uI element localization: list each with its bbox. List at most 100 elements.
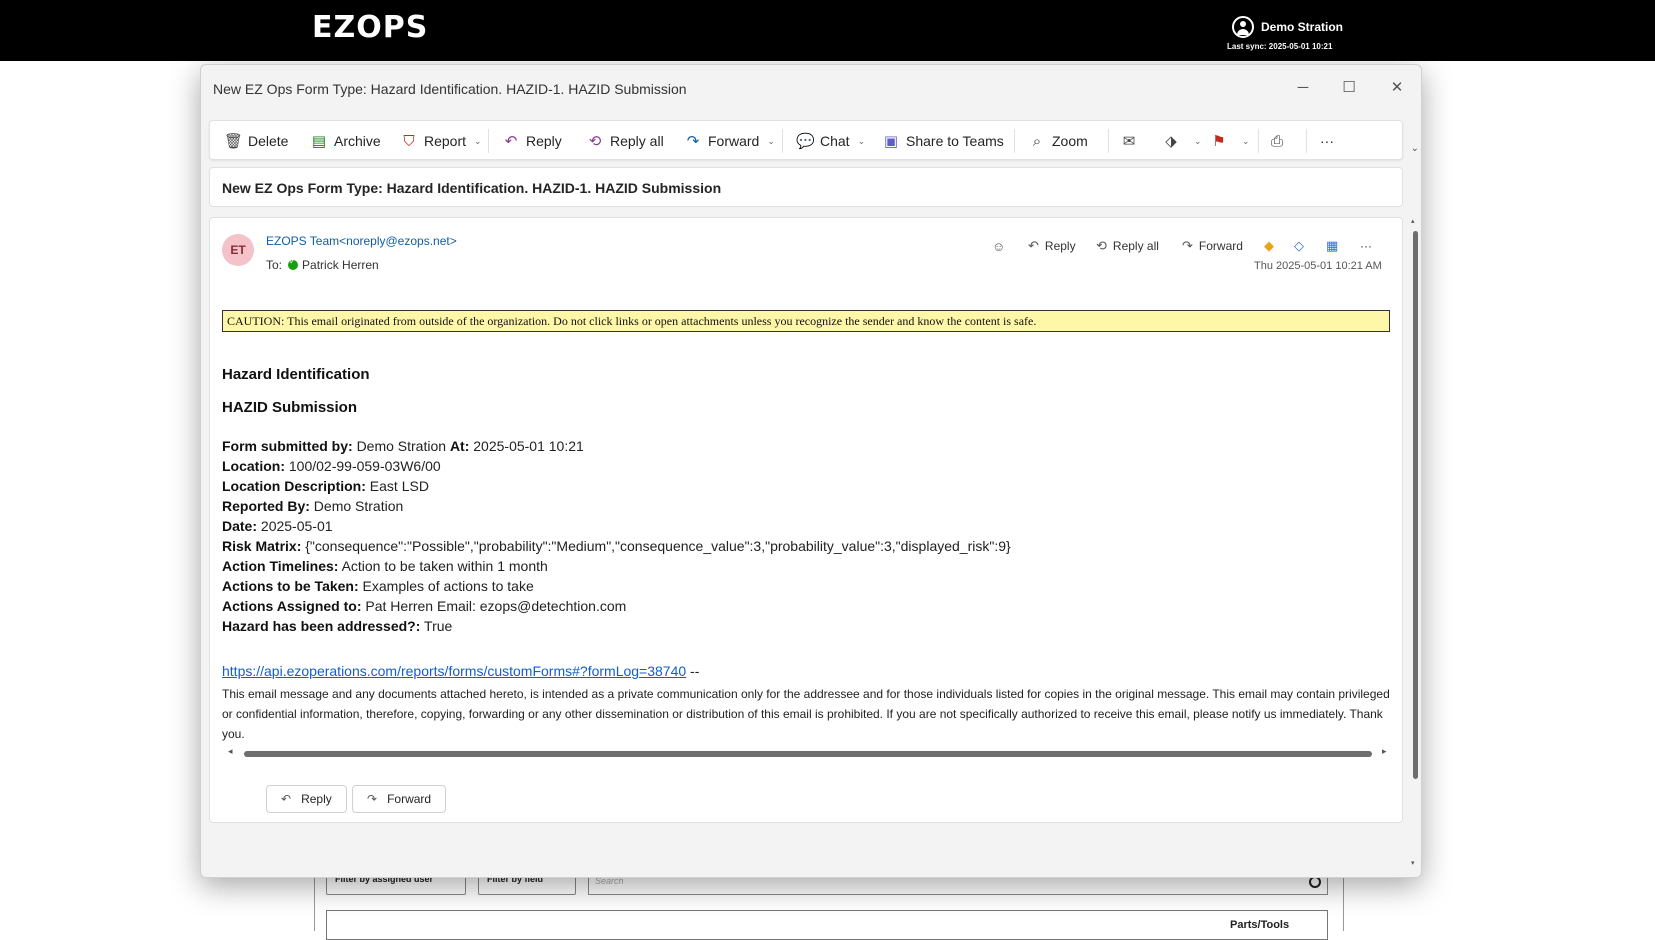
toolbar-divider xyxy=(782,129,783,153)
subject-bar: New EZ Ops Form Type: Hazard Identificat… xyxy=(209,167,1403,207)
message-reply-all-button[interactable]: ⟲ Reply all xyxy=(1096,236,1159,256)
delete-button[interactable]: 🗑 Delete xyxy=(224,121,288,161)
mark-read-button[interactable]: ✉ xyxy=(1120,121,1144,161)
parts-tools-header: Parts/Tools xyxy=(1230,919,1290,931)
toolbar-divider xyxy=(1014,129,1015,153)
form-log-link[interactable]: https://api.ezoperations.com/reports/for… xyxy=(222,663,686,679)
flag-icon: ⚑ xyxy=(1212,133,1226,150)
chat-button[interactable]: 💬 Chat ⌄ xyxy=(796,121,865,161)
message-date: Thu 2025-05-01 10:21 AM xyxy=(1254,260,1382,272)
scroll-thumb[interactable] xyxy=(1413,231,1418,779)
flag-button[interactable]: ⚑ ⌄ xyxy=(1210,121,1250,161)
minimize-button[interactable]: ─ xyxy=(1289,77,1317,99)
archive-icon: ▤ xyxy=(311,133,327,150)
teams-icon: ▣ xyxy=(883,133,899,150)
forward-button[interactable]: ↷ Forward ⌄ xyxy=(684,121,775,161)
scroll-thumb[interactable] xyxy=(244,751,1372,757)
email-window: New EZ Ops Form Type: Hazard Identificat… xyxy=(200,64,1422,878)
body-heading: Hazard Identification xyxy=(222,366,370,383)
message-reply-button[interactable]: ↶ Reply xyxy=(1028,236,1076,256)
user-icon xyxy=(1232,16,1254,38)
sender-name[interactable]: EZOPS Team<noreply@ezops.net> xyxy=(266,234,457,248)
body-subheading: HAZID Submission xyxy=(222,399,358,416)
loop-button[interactable]: ◇ xyxy=(1294,236,1310,256)
forward-icon: ↷ xyxy=(686,133,700,150)
disclaimer-text: This email message and any documents att… xyxy=(222,687,1390,741)
footer-reply-button[interactable]: ↶ Reply xyxy=(266,785,347,813)
chevron-down-icon: ⌄ xyxy=(1194,135,1202,146)
footer-forward-button[interactable]: ↷ Forward xyxy=(352,785,447,813)
avatar[interactable]: ET xyxy=(222,234,254,266)
toolbar-divider xyxy=(1108,129,1109,153)
chevron-down-icon: ⌄ xyxy=(857,135,866,146)
window-title: New EZ Ops Form Type: Hazard Identificat… xyxy=(213,81,687,97)
apps-button[interactable]: ▦ xyxy=(1326,236,1344,256)
recipient-name[interactable]: Patrick Herren xyxy=(302,258,379,272)
maximize-button[interactable]: ☐ xyxy=(1335,77,1363,99)
toolbar-divider xyxy=(1306,129,1307,153)
last-sync: Last sync: 2025-05-01 10:21 xyxy=(1227,42,1333,51)
reply-button[interactable]: ↶ Reply xyxy=(502,121,562,161)
field-risk-matrix: Risk Matrix: {"consequence":"Possible","… xyxy=(222,538,1011,554)
presence-available-icon xyxy=(288,257,299,270)
share-to-teams-button[interactable]: ▣ Share to Teams xyxy=(882,121,1004,161)
emoji-react-button[interactable]: ☺ xyxy=(992,236,1011,256)
addin-button[interactable]: ◆ xyxy=(1264,236,1280,256)
archive-button[interactable]: ▤ Archive xyxy=(310,121,381,161)
toolbar-divider xyxy=(488,129,489,153)
scroll-right-icon[interactable]: ▸ xyxy=(1382,746,1387,757)
more-actions-button[interactable]: ··· xyxy=(1320,121,1334,161)
chevron-down-icon[interactable]: ⌄ xyxy=(1411,143,1419,154)
field-location-description: Location Description: East LSD xyxy=(222,478,429,494)
addin-icon: ◆ xyxy=(1264,238,1274,253)
field-location: Location: 100/02-99-059-03W6/00 xyxy=(222,458,441,474)
chat-icon: 💬 xyxy=(796,133,815,150)
horizontal-scrollbar[interactable]: ◂ ▸ xyxy=(222,746,1390,760)
chevron-down-icon: ⌄ xyxy=(1242,135,1250,146)
tag-icon: ⬗ xyxy=(1165,133,1177,150)
loop-icon: ◇ xyxy=(1294,238,1304,253)
scroll-left-icon[interactable]: ◂ xyxy=(228,746,233,757)
caution-banner: CAUTION: This email originated from outs… xyxy=(222,310,1390,332)
app-header: EZOPS Demo Stration Last sync: 2025-05-0… xyxy=(0,0,1655,61)
reply-all-icon: ⟲ xyxy=(588,133,602,150)
message-more-button[interactable]: ··· xyxy=(1360,236,1372,256)
field-reported-by: Reported By: Demo Stration xyxy=(222,498,404,514)
toolbar-divider xyxy=(1258,129,1259,153)
field-actions-to-be-taken: Actions to be Taken: Examples of actions… xyxy=(222,578,534,594)
background-table xyxy=(326,910,1328,940)
reply-icon: ↶ xyxy=(1028,238,1039,253)
field-hazard-addressed: Hazard has been addressed?: True xyxy=(222,618,453,634)
print-button[interactable]: ⎙ xyxy=(1268,121,1292,161)
close-button[interactable]: ✕ xyxy=(1383,77,1411,99)
categorize-button[interactable]: ⬗ ⌄ xyxy=(1162,121,1202,161)
ezops-logo[interactable]: EZOPS xyxy=(312,10,428,45)
field-date: Date: 2025-05-01 xyxy=(222,518,333,534)
recipient-line: To: Patrick Herren xyxy=(266,257,379,272)
zoom-button[interactable]: ⌕ Zoom xyxy=(1028,121,1088,161)
forward-icon: ↷ xyxy=(1182,238,1193,253)
chevron-down-icon: ⌄ xyxy=(474,135,482,146)
scroll-up-icon[interactable]: ▴ xyxy=(1411,217,1415,225)
field-action-timelines: Action Timelines: Action to be taken wit… xyxy=(222,558,548,574)
reply-icon: ↶ xyxy=(504,133,518,150)
forward-icon: ↷ xyxy=(367,792,378,806)
smiley-icon: ☺ xyxy=(992,238,1006,254)
trash-icon: 🗑 xyxy=(224,133,244,150)
form-link-line: https://api.ezoperations.com/reports/for… xyxy=(222,663,700,679)
message-forward-button[interactable]: ↷ Forward xyxy=(1182,236,1243,256)
scroll-down-icon[interactable]: ▾ xyxy=(1411,859,1415,867)
reply-all-button[interactable]: ⟲ Reply all xyxy=(586,121,664,161)
shield-alert-icon: ⛉ xyxy=(403,132,415,150)
field-submitted-by: Form submitted by: Demo Stration At: 202… xyxy=(222,438,584,454)
reply-icon: ↶ xyxy=(281,792,292,806)
vertical-scrollbar[interactable]: ▴ ▾ xyxy=(1410,217,1420,869)
reply-all-icon: ⟲ xyxy=(1096,238,1107,253)
email-subject: New EZ Ops Form Type: Hazard Identificat… xyxy=(222,180,722,196)
report-button[interactable]: ⛉ Report ⌄ xyxy=(400,121,482,161)
ribbon-toolbar: 🗑 Delete ▤ Archive ⛉ Report ⌄ ↶ Reply ⟲ Reply … xyxy=(209,120,1403,160)
to-label: To: xyxy=(266,258,283,272)
apps-grid-icon: ▦ xyxy=(1326,238,1339,253)
zoom-icon: ⌕ xyxy=(1032,132,1042,150)
printer-icon: ⎙ xyxy=(1270,132,1283,150)
